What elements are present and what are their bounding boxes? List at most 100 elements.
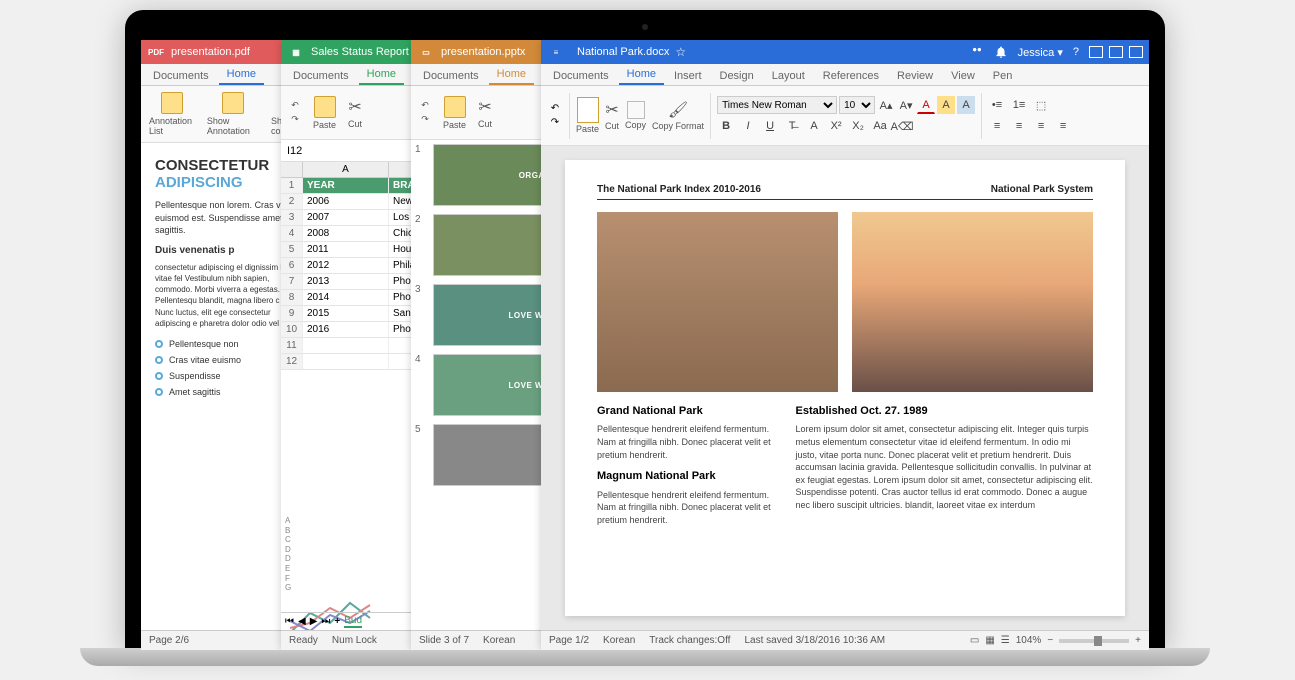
restore-button[interactable]: [1109, 46, 1123, 58]
paste-button[interactable]: Paste: [311, 94, 338, 132]
tab-view[interactable]: View: [943, 67, 983, 85]
redo-button[interactable]: ↷: [547, 117, 563, 129]
favorite-star-icon[interactable]: ☆: [675, 45, 686, 59]
undo-button[interactable]: ↶: [417, 100, 433, 112]
font-size-select[interactable]: 10: [839, 96, 875, 114]
sheet-nav-first[interactable]: ⏮: [285, 616, 294, 627]
strikethrough-button[interactable]: T̶: [783, 117, 801, 135]
zoom-slider[interactable]: [1059, 639, 1129, 643]
clear-format-button[interactable]: A⌫: [893, 117, 911, 135]
pp-filename: presentation.pptx: [441, 46, 525, 58]
tab-references[interactable]: References: [815, 67, 887, 85]
minimize-button[interactable]: [1089, 46, 1103, 58]
writer-app-icon: ≡: [547, 43, 565, 61]
wr-ribbon: ↶ ↷ Paste ✂Cut Copy 🖌Copy Format Times N…: [541, 86, 1149, 146]
italic-button[interactable]: I: [739, 117, 757, 135]
sheet-nav-prev[interactable]: ◀: [298, 616, 306, 627]
tab-documents[interactable]: Documents: [415, 67, 487, 85]
help-button[interactable]: ?: [1073, 46, 1079, 58]
wr-tab-strip: Documents Home Insert Design Layout Refe…: [541, 64, 1149, 86]
numbering-button[interactable]: 1≡: [1010, 96, 1028, 114]
lang-status: Korean: [603, 635, 635, 646]
col1-text: Pellentesque hendrerit eleifend fermentu…: [597, 423, 776, 461]
sheet-nav-next[interactable]: ▶: [310, 616, 318, 627]
decrease-font-button[interactable]: A▾: [897, 96, 915, 114]
sheet-nav-last[interactable]: ⏭: [321, 616, 330, 627]
cell-ref-input[interactable]: [287, 145, 327, 157]
spreadsheet-app-icon: ▦: [287, 43, 305, 61]
zoom-in-button[interactable]: +: [1135, 635, 1141, 646]
tab-documents[interactable]: Documents: [285, 67, 357, 85]
view-web-icon[interactable]: ▦: [985, 635, 994, 646]
page-header-right: National Park System: [991, 184, 1093, 195]
page-header-left: The National Park Index 2010-2016: [597, 184, 761, 195]
cut-button[interactable]: ✂Cut: [605, 100, 619, 131]
undo-button[interactable]: ↶: [287, 100, 303, 112]
font-family-select[interactable]: Times New Roman: [717, 96, 837, 114]
add-sheet-button[interactable]: +: [334, 616, 340, 627]
bell-icon[interactable]: [994, 45, 1008, 59]
tab-home[interactable]: Home: [619, 65, 664, 85]
col1-heading2: Magnum National Park: [597, 469, 776, 484]
tab-documents[interactable]: Documents: [545, 67, 617, 85]
copy-button[interactable]: Copy: [625, 101, 646, 130]
tab-pen[interactable]: Pen: [985, 67, 1021, 85]
wr-filename: National Park.docx: [577, 46, 669, 58]
presentation-app-icon: ▭: [417, 43, 435, 61]
cut-button[interactable]: ✂Cut: [476, 95, 494, 131]
col-header[interactable]: [281, 162, 303, 177]
shading-button[interactable]: A: [957, 96, 975, 114]
sheet-tab[interactable]: Bud: [344, 615, 362, 628]
page-status: Page 1/2: [549, 635, 589, 646]
align-center-button[interactable]: ≡: [1010, 117, 1028, 135]
change-case-button[interactable]: Aa: [871, 117, 889, 135]
wr-title-bar[interactable]: ≡ National Park.docx ☆ Jessica ▾ ?: [541, 40, 1149, 64]
pdf-app-icon: PDF: [147, 43, 165, 61]
annotation-list-button[interactable]: Annotation List: [147, 90, 197, 138]
col-header[interactable]: A: [303, 162, 389, 177]
justify-button[interactable]: ≡: [1054, 117, 1072, 135]
zoom-out-button[interactable]: −: [1047, 635, 1053, 646]
increase-font-button[interactable]: A▴: [877, 96, 895, 114]
cut-button[interactable]: ✂Cut: [346, 95, 364, 131]
view-outline-icon[interactable]: ☰: [1001, 635, 1010, 646]
track-changes-status: Track changes:Off: [649, 635, 730, 646]
wr-document-area[interactable]: The National Park Index 2010-2016 Nation…: [541, 146, 1149, 630]
tab-design[interactable]: Design: [712, 67, 762, 85]
align-left-button[interactable]: ≡: [988, 117, 1006, 135]
undo-button[interactable]: ↶: [547, 103, 563, 115]
close-button[interactable]: [1129, 46, 1143, 58]
bold-button[interactable]: B: [717, 117, 735, 135]
bullets-button[interactable]: •≡: [988, 96, 1006, 114]
show-annotation-button[interactable]: Show Annotation: [205, 90, 261, 138]
col2-heading: Established Oct. 27. 1989: [796, 404, 1094, 419]
tab-layout[interactable]: Layout: [764, 67, 813, 85]
highlight-button[interactable]: A: [937, 96, 955, 114]
share-icon[interactable]: [970, 45, 984, 59]
tab-home[interactable]: Home: [219, 65, 264, 85]
tab-documents[interactable]: Documents: [145, 67, 217, 85]
paste-button[interactable]: Paste: [576, 97, 599, 134]
multilevel-button[interactable]: ⬚: [1032, 96, 1050, 114]
tab-review[interactable]: Review: [889, 67, 941, 85]
tab-home[interactable]: Home: [359, 65, 404, 85]
paste-button[interactable]: Paste: [441, 94, 468, 132]
align-right-button[interactable]: ≡: [1032, 117, 1050, 135]
redo-button[interactable]: ↷: [417, 114, 433, 126]
subscript-button[interactable]: X₂: [849, 117, 867, 135]
font-color-button[interactable]: A: [917, 96, 935, 114]
zoom-value[interactable]: 104%: [1016, 635, 1042, 646]
tab-home[interactable]: Home: [489, 65, 534, 85]
view-print-icon[interactable]: ▭: [970, 635, 979, 646]
last-saved-status: Last saved 3/18/2016 10:36 AM: [744, 635, 885, 646]
redo-button[interactable]: ↷: [287, 114, 303, 126]
superscript-button[interactable]: X²: [827, 117, 845, 135]
image-sunset: [852, 212, 1093, 392]
pdf-filename: presentation.pdf: [171, 46, 250, 58]
image-canyon: [597, 212, 838, 392]
copy-format-button[interactable]: 🖌Copy Format: [652, 100, 704, 131]
text-effect-button[interactable]: A: [805, 117, 823, 135]
tab-insert[interactable]: Insert: [666, 67, 710, 85]
user-menu[interactable]: Jessica ▾: [1018, 46, 1063, 59]
underline-button[interactable]: U: [761, 117, 779, 135]
